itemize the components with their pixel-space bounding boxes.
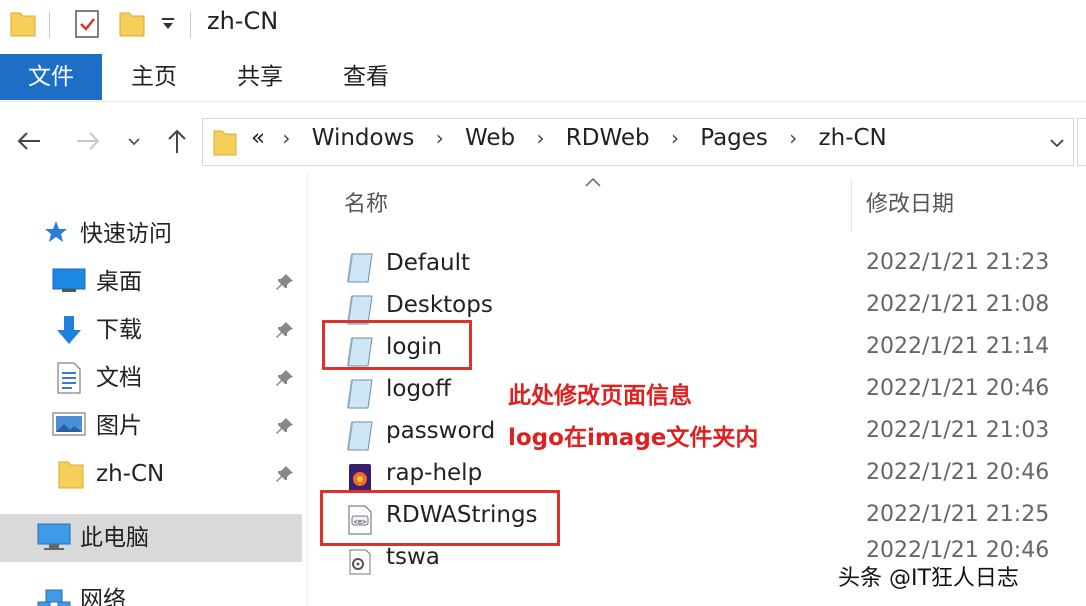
up-icon[interactable] (162, 126, 192, 156)
nav-quick-access[interactable]: 快速访问 (40, 214, 300, 254)
folder-icon[interactable] (10, 9, 36, 37)
file-modified: 2022/1/21 20:46 (866, 538, 1050, 560)
column-header-modified[interactable]: 修改日期 (866, 186, 954, 218)
nav-item-label: 文档 (96, 365, 142, 391)
computer-icon (37, 523, 71, 550)
sort-ascending-icon[interactable] (584, 176, 602, 188)
aspx-file-icon (347, 421, 373, 451)
file-modified: 2022/1/21 21:03 (866, 418, 1050, 443)
file-modified: 2022/1/21 21:25 (866, 502, 1050, 527)
pin-icon[interactable] (275, 368, 295, 388)
separator (49, 12, 50, 38)
file-row[interactable]: Default 2022/1/21 21:23 (310, 246, 1086, 288)
file-modified: 2022/1/21 20:46 (866, 460, 1050, 485)
navigation-pane: 快速访问 桌面 下载 文档 图片 zh-CN 此电脑 网络 (0, 172, 308, 606)
file-name: Desktops (386, 292, 493, 318)
file-name: password (386, 418, 496, 444)
document-icon (57, 362, 81, 394)
file-name: rap-help (386, 460, 483, 486)
breadcrumb-rdweb[interactable]: RDWeb (566, 125, 650, 151)
column-header-name[interactable]: 名称 (344, 186, 388, 218)
pin-icon[interactable] (275, 320, 295, 340)
chevron-right-icon[interactable]: › (789, 126, 797, 150)
nav-item-zh-cn[interactable]: zh-CN (52, 454, 302, 494)
address-bar[interactable]: « › Windows › Web › RDWeb › Pages › zh-C… (202, 118, 1074, 166)
ribbon-tabs: 文件 主页 共享 查看 (0, 54, 1086, 102)
nav-item-pictures[interactable]: 图片 (52, 406, 302, 446)
file-modified: 2022/1/21 21:23 (866, 250, 1050, 275)
nav-item-label: zh-CN (96, 461, 165, 487)
title-bar: zh-CN (0, 0, 1086, 50)
breadcrumb-zh-cn[interactable]: zh-CN (819, 125, 887, 151)
nav-item-desktop[interactable]: 桌面 (52, 262, 302, 302)
file-modified: 2022/1/21 21:08 (866, 292, 1050, 317)
navigation-bar: « › Windows › Web › RDWeb › Pages › zh-C… (0, 112, 1086, 170)
file-name: logoff (386, 376, 451, 402)
file-modified: 2022/1/21 21:14 (866, 334, 1050, 359)
tab-file[interactable]: 文件 (0, 54, 102, 100)
separator (190, 12, 191, 38)
file-modified: 2022/1/21 20:46 (866, 376, 1050, 401)
file-row[interactable]: logoff 2022/1/21 20:46 (310, 372, 1086, 414)
window-title: zh-CN (207, 7, 279, 35)
aspx-file-icon (347, 253, 373, 283)
annotation-note: logo在image文件夹内 (508, 425, 759, 451)
nav-item-downloads[interactable]: 下载 (52, 310, 302, 350)
chevron-right-icon[interactable]: › (436, 126, 444, 150)
file-name: Default (386, 250, 471, 276)
file-name: tswa (386, 544, 440, 570)
breadcrumb: « › Windows › Web › RDWeb › Pages › zh-C… (251, 125, 887, 151)
breadcrumb-web[interactable]: Web (465, 125, 515, 151)
nav-item-label: 桌面 (96, 269, 142, 295)
nav-this-pc-label: 此电脑 (80, 525, 149, 551)
breadcrumb-windows[interactable]: Windows (312, 125, 415, 151)
annotation-note: 此处修改页面信息 (508, 383, 692, 409)
breadcrumb-overflow[interactable]: « (251, 125, 265, 151)
desktop-icon (52, 268, 86, 292)
nav-quick-access-label: 快速访问 (80, 221, 172, 247)
breadcrumb-pages[interactable]: Pages (700, 125, 768, 151)
forward-icon[interactable] (73, 126, 103, 156)
customize-quick-access-icon[interactable] (161, 17, 175, 31)
recent-locations-icon[interactable] (124, 126, 144, 156)
nav-item-label: 下载 (96, 317, 142, 343)
nav-item-label: 图片 (96, 413, 142, 439)
download-icon (57, 316, 81, 344)
highlight-box-rdwastrings (320, 490, 560, 546)
chevron-right-icon[interactable]: › (671, 126, 679, 150)
highlight-box-login (322, 320, 472, 370)
nav-network[interactable]: 网络 (36, 580, 296, 606)
pin-icon[interactable] (275, 416, 295, 436)
network-icon (37, 589, 71, 606)
chevron-right-icon[interactable]: › (536, 126, 544, 150)
pin-icon[interactable] (275, 272, 295, 292)
nav-this-pc[interactable]: 此电脑 (36, 518, 296, 558)
folder-icon (58, 461, 84, 489)
star-icon (45, 221, 67, 242)
folder-icon (213, 130, 237, 156)
back-icon[interactable] (14, 126, 44, 156)
picture-icon (52, 412, 86, 436)
file-list: 名称 修改日期 Default 2022/1/21 21:23 Desktops… (310, 172, 1086, 606)
search-box[interactable] (1077, 118, 1086, 166)
tab-view[interactable]: 查看 (324, 54, 408, 100)
new-folder-icon[interactable] (119, 9, 145, 37)
script-file-icon (349, 549, 371, 575)
aspx-file-icon (347, 379, 373, 409)
chevron-right-icon[interactable]: › (282, 126, 290, 150)
pin-icon[interactable] (275, 464, 295, 484)
tab-share[interactable]: 共享 (218, 54, 302, 100)
column-divider[interactable] (851, 180, 852, 232)
chevron-down-icon[interactable] (1047, 133, 1067, 153)
nav-item-documents[interactable]: 文档 (52, 358, 302, 398)
tab-home[interactable]: 主页 (112, 54, 196, 100)
properties-icon[interactable] (74, 9, 100, 39)
nav-network-label: 网络 (80, 587, 126, 606)
watermark: 头条 @IT狂人日志 (838, 566, 1019, 591)
